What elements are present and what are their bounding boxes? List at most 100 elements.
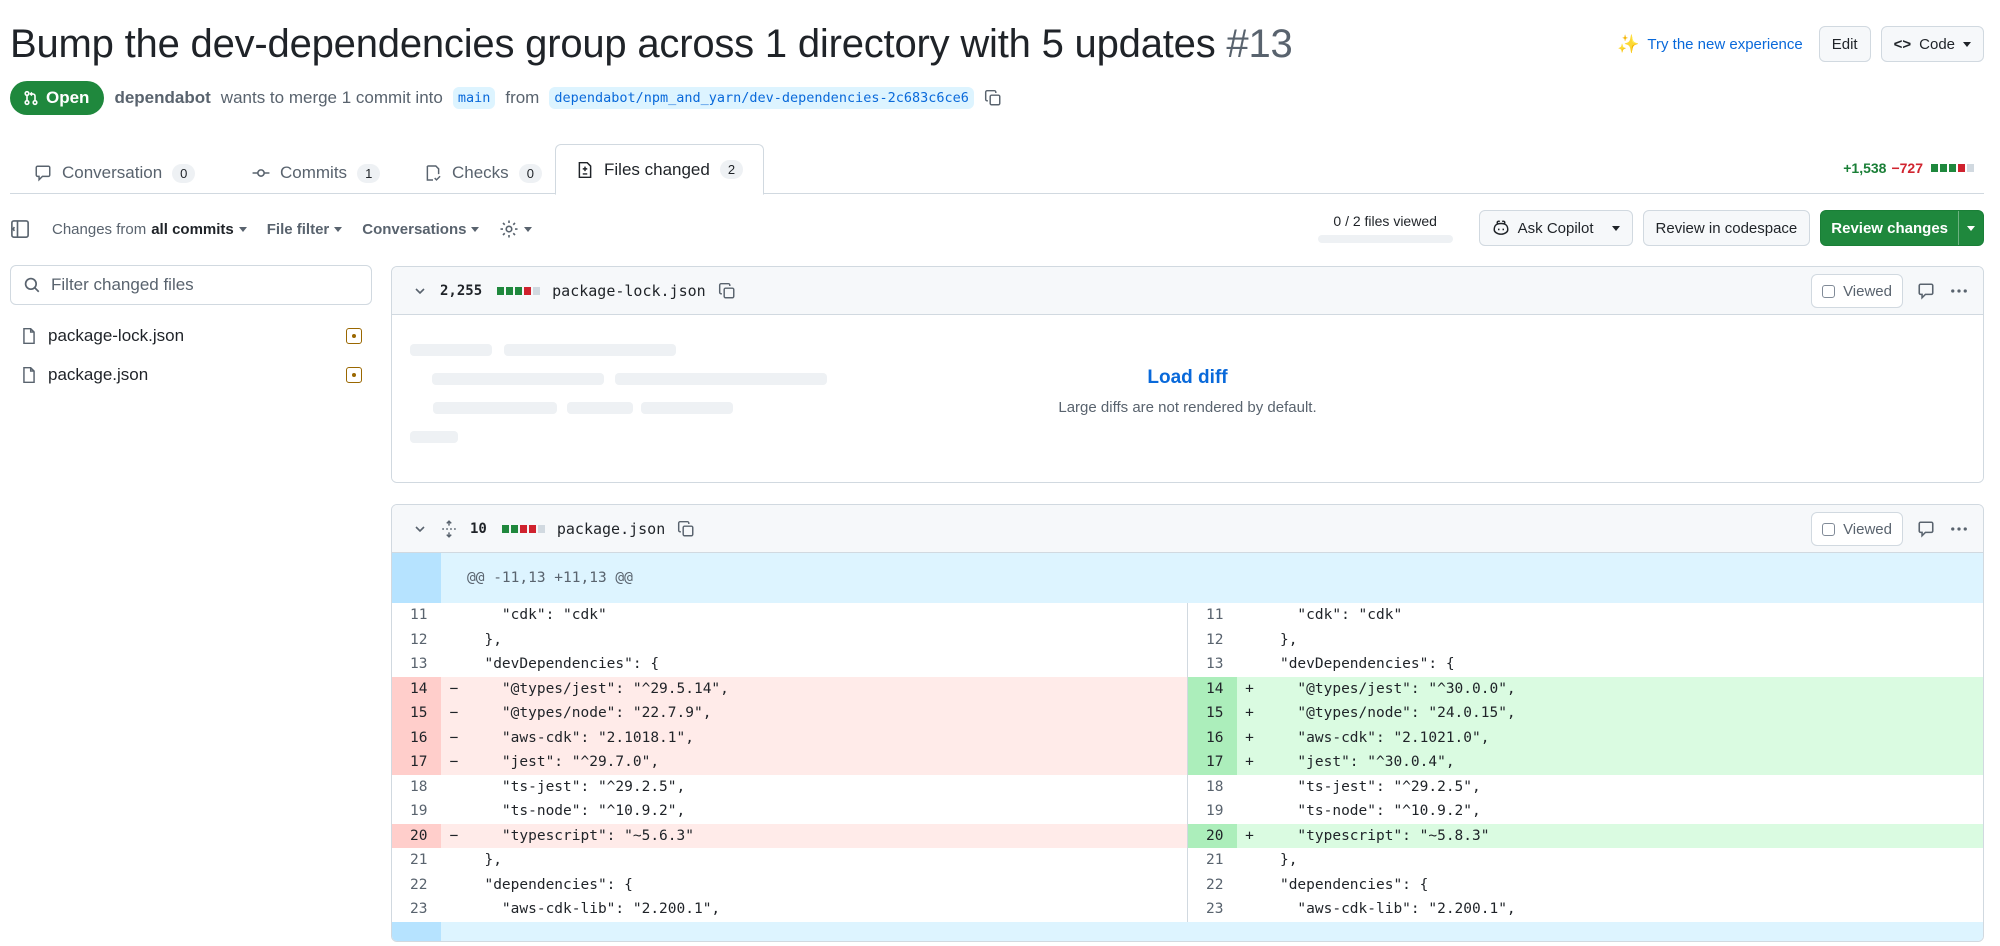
left-code-line: "@types/node": "22.7.9",: [467, 701, 1188, 726]
left-line-number[interactable]: 22: [392, 873, 441, 898]
diff-row-context: 19 "ts-node": "^10.9.2", 19 "ts-node": "^…: [392, 799, 1983, 824]
right-line-number[interactable]: 14: [1187, 676, 1237, 701]
pr-author[interactable]: dependabot: [114, 88, 210, 108]
file-tree: package-lock.json package.json: [20, 316, 362, 394]
right-line-number[interactable]: 20: [1187, 823, 1237, 848]
right-line-number[interactable]: 23: [1187, 897, 1237, 922]
right-line-number[interactable]: 16: [1187, 725, 1237, 750]
right-marker: +: [1236, 823, 1263, 848]
expand-down-icon[interactable]: [392, 921, 441, 941]
diff-row-context: 22 "dependencies": {22 "dependencies": {: [392, 872, 1983, 898]
settings-dropdown[interactable]: [499, 219, 533, 239]
filter-files-input[interactable]: [51, 275, 351, 295]
kebab-menu-icon[interactable]: [1949, 519, 1969, 539]
left-marker: [441, 799, 467, 824]
code-icon: <>: [1893, 35, 1912, 53]
split-diff-table: @@ -11,13 +11,13 @@ 11 "cdk": "cdk" 11 "c…: [392, 553, 1983, 941]
diff-row-changed: 17− "jest": "^29.7.0", 17 + "jest": "^30.0…: [392, 750, 1983, 775]
kebab-menu-icon[interactable]: [1949, 281, 1969, 301]
code-button[interactable]: <> Code: [1880, 26, 1984, 62]
checkbox-icon: [1822, 284, 1836, 298]
left-marker: [441, 652, 467, 677]
state-badge: Open: [10, 81, 105, 115]
left-line-number[interactable]: 15: [392, 701, 441, 726]
comment-icon[interactable]: [1917, 520, 1935, 538]
pr-title: Bump the dev-dependencies group across 1…: [10, 22, 1293, 67]
left-line-number[interactable]: 12: [392, 628, 441, 653]
file-diffstat-blocks: [501, 524, 545, 533]
copy-icon[interactable]: [984, 89, 1002, 107]
pr-number: #13: [1226, 22, 1293, 66]
left-line-number[interactable]: 18: [392, 775, 441, 800]
tree-item-label: package-lock.json: [48, 325, 185, 345]
tab-commits[interactable]: Commits 1: [238, 152, 394, 194]
right-line-number[interactable]: 18: [1187, 774, 1237, 799]
file-name[interactable]: package-lock.json: [552, 282, 706, 300]
chevron-down-icon: [238, 226, 247, 232]
sidebar-toggle-icon[interactable]: [10, 219, 30, 239]
comment-icon[interactable]: [1917, 282, 1935, 300]
copy-icon[interactable]: [677, 520, 695, 538]
tab-conversation[interactable]: Conversation 0: [20, 152, 209, 194]
tab-counter: 2: [719, 160, 744, 179]
tree-item-package-lock[interactable]: package-lock.json: [20, 316, 362, 355]
load-diff-link[interactable]: Load diff: [392, 367, 1983, 389]
diffstat-blocks: [1931, 164, 1974, 172]
copy-icon[interactable]: [718, 282, 736, 300]
chevron-down-icon[interactable]: [1959, 211, 1983, 245]
left-line-number[interactable]: 19: [392, 799, 441, 824]
left-line-number[interactable]: 13: [392, 652, 441, 677]
changes-from-dropdown[interactable]: Changes from all commits: [52, 221, 247, 238]
left-code-line: "ts-jest": "^29.2.5",: [467, 778, 686, 795]
base-branch[interactable]: main: [452, 87, 496, 109]
right-line-number[interactable]: 21: [1187, 848, 1237, 873]
hunk-footer: [392, 921, 1983, 941]
expand-up-icon[interactable]: [392, 553, 441, 603]
right-line-number[interactable]: 12: [1187, 627, 1237, 652]
left-line-number[interactable]: 16: [392, 725, 441, 750]
right-marker: [1237, 775, 1263, 800]
right-line-number[interactable]: 19: [1187, 799, 1237, 824]
expand-all-icon[interactable]: [440, 519, 458, 538]
right-code-line: "devDependencies": {: [1262, 656, 1455, 673]
tab-files-changed[interactable]: Files changed 2: [555, 144, 765, 195]
additions-count: +1,538: [1843, 160, 1887, 176]
chevron-down-icon: [334, 226, 343, 232]
left-line-number[interactable]: 14: [392, 676, 441, 701]
left-line-number[interactable]: 21: [392, 848, 441, 873]
review-in-codespace-button[interactable]: Review in codespace: [1642, 210, 1811, 246]
right-line-number[interactable]: 13: [1187, 652, 1237, 677]
left-line-number[interactable]: 11: [392, 603, 441, 628]
edit-button[interactable]: Edit: [1818, 26, 1871, 62]
left-line-number[interactable]: 17: [392, 750, 441, 775]
left-marker: [441, 628, 467, 653]
conversations-dropdown[interactable]: Conversations: [362, 221, 480, 238]
chevron-down-icon: [1963, 41, 1971, 47]
right-code-line: "typescript": "~5.8.3": [1262, 823, 1983, 848]
diff-row-context: 21 }, 21 },: [392, 848, 1983, 873]
file-header: 10 package.json Viewed: [392, 505, 1983, 553]
viewed-checkbox[interactable]: Viewed: [1811, 274, 1903, 308]
right-code-line: "jest": "^30.0.4",: [1262, 750, 1983, 775]
tree-item-package-json[interactable]: package.json: [20, 355, 362, 394]
right-line-number[interactable]: 11: [1187, 603, 1237, 628]
viewed-checkbox[interactable]: Viewed: [1811, 512, 1903, 546]
try-new-experience-link[interactable]: ✨ Try the new experience: [1617, 34, 1803, 55]
review-changes-button[interactable]: Review changes: [1820, 210, 1984, 246]
right-line-number[interactable]: 22: [1187, 872, 1237, 897]
pull-request-icon: [24, 90, 38, 106]
tab-checks[interactable]: Checks 0: [410, 152, 556, 194]
file-header-actions: Viewed: [1811, 512, 1969, 546]
file-name[interactable]: package.json: [557, 520, 665, 538]
file-filter-dropdown[interactable]: File filter: [267, 221, 343, 238]
tab-counter: 1: [357, 163, 381, 183]
collapse-chevron-icon[interactable]: [412, 521, 428, 537]
collapse-chevron-icon[interactable]: [412, 283, 428, 299]
head-branch[interactable]: dependabot/npm_and_yarn/dev-dependencies…: [549, 87, 974, 109]
ask-copilot-button[interactable]: Ask Copilot: [1478, 210, 1633, 246]
try-new-label: Try the new experience: [1647, 35, 1803, 53]
left-line-number[interactable]: 20: [392, 823, 441, 848]
right-line-number[interactable]: 17: [1187, 750, 1237, 775]
left-line-number[interactable]: 23: [392, 897, 441, 922]
right-line-number[interactable]: 15: [1187, 701, 1237, 726]
